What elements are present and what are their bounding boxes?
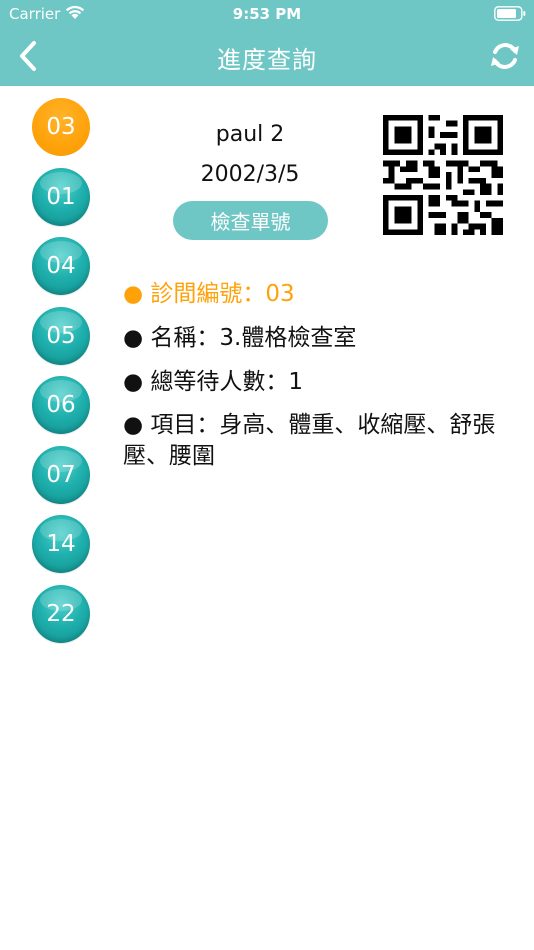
room-button-01[interactable]: 01 [32,168,90,226]
room-info: ● 診間編號：03 ● 名稱：3.體格檢查室 ● 總等待人數：1 ● 項目：身高… [123,278,528,484]
room-number-line: ● 診間編號：03 [123,281,295,307]
status-bar: Carrier 9:53 PM [0,0,534,28]
exam-items-line: ● 項目：身高、體重、收縮壓、舒張壓、腰圍 [123,412,496,469]
qr-code-icon [383,115,503,235]
patient-dob: 2002/3/5 [200,162,300,187]
room-name-line: ● 名稱：3.體格檢查室 [123,325,357,351]
header: Carrier 9:53 PM 進度查詢 [0,0,534,86]
room-button-05[interactable]: 05 [32,307,90,365]
patient-name: paul 2 [215,122,285,147]
clock: 9:53 PM [232,5,302,23]
page-title: 進度查詢 [217,46,317,74]
room-button-06[interactable]: 06 [32,376,90,434]
room-button-22[interactable]: 22 [32,585,90,643]
room-button-03[interactable]: 03 [32,98,90,156]
refresh-icon[interactable] [488,38,522,74]
check-number-button[interactable]: 檢查單號 [173,201,328,240]
waiting-count-line: ● 總等待人數：1 [123,369,304,395]
room-button-07[interactable]: 07 [32,446,90,504]
room-button-14[interactable]: 14 [32,515,90,573]
battery-icon [494,6,526,21]
room-button-04[interactable]: 04 [32,237,90,295]
